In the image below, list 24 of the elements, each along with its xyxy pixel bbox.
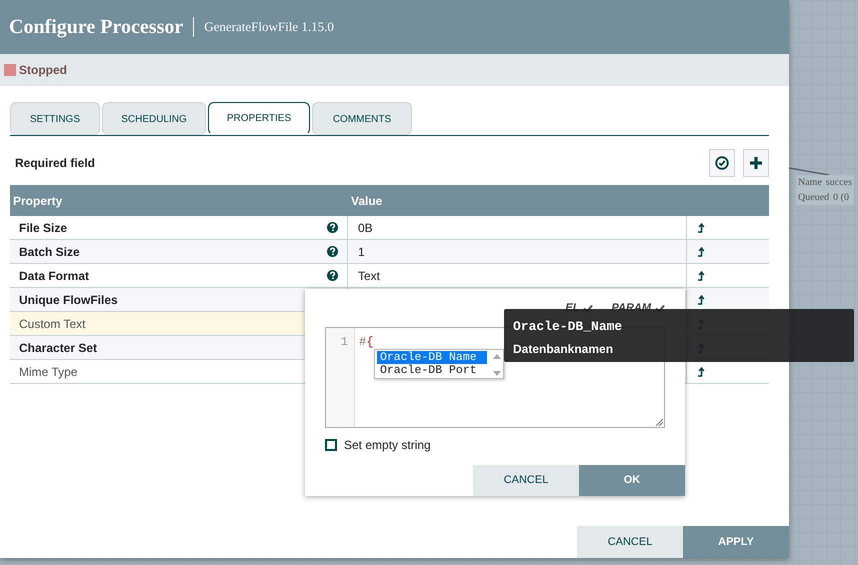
property-name: Data Format <box>19 268 90 284</box>
property-name: Unique FlowFiles <box>19 292 118 308</box>
property-value: Text <box>358 268 380 284</box>
code-line: #{ <box>359 335 374 349</box>
property-name: Custom Text <box>19 316 86 332</box>
property-name: Batch Size <box>19 244 80 260</box>
dialog-title: Configure Processor <box>9 15 184 40</box>
property-name: Character Set <box>19 340 98 356</box>
canvas-label-value: 0 (0 <box>833 191 849 205</box>
checkbox-label: Set empty string <box>344 437 431 454</box>
property-name: File Size <box>19 220 68 236</box>
canvas-label-key: Name <box>798 175 822 190</box>
tooltip-description: Datenbanknamen <box>513 340 614 358</box>
column-header: Property <box>12 192 64 210</box>
processor-type: GenerateFlowFile 1.15.0 <box>204 18 334 36</box>
canvas-label-value: succes <box>826 176 852 190</box>
required-field-note: Required field <box>14 155 96 172</box>
column-header: Value <box>350 192 384 210</box>
property-value: 1 <box>358 244 365 260</box>
line-number: 1 <box>340 334 348 351</box>
status-label: Stopped <box>19 62 67 79</box>
canvas-label-key: Queued <box>798 190 830 205</box>
property-value: 0B <box>358 220 373 236</box>
property-name: Mime Type <box>19 364 78 380</box>
